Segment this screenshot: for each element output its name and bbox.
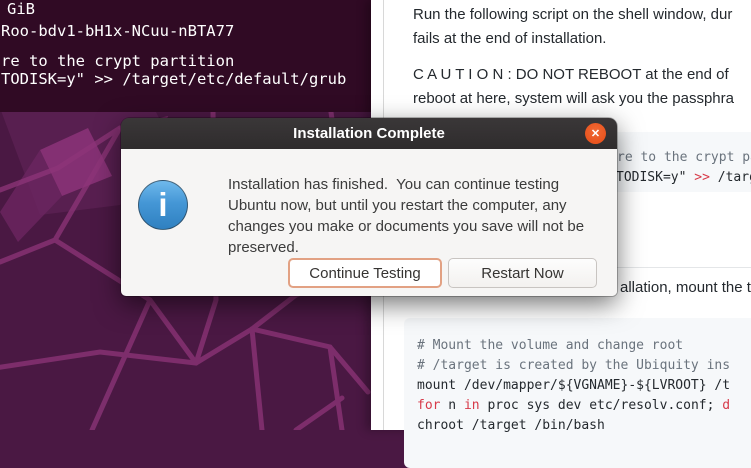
- dialog-title: Installation Complete: [121, 118, 617, 149]
- terminal-line: Roo-bdv1-bH1x-NCuu-nBTA77: [1, 23, 234, 40]
- code-fragment: TODISK=y": [616, 170, 694, 185]
- info-icon: i: [138, 180, 188, 230]
- doc-paragraph: allation, mount the ta: [620, 279, 751, 296]
- close-button[interactable]: ✕: [585, 123, 606, 144]
- dialog-message: changes you make or documents you save w…: [228, 218, 584, 235]
- dialog-message: preserved.: [228, 239, 299, 256]
- doc-caution-paragraph: reboot at here, system will ask you the …: [413, 90, 734, 107]
- continue-testing-button[interactable]: Continue Testing: [288, 258, 442, 288]
- code-line: TODISK=y" >> /targ: [616, 170, 751, 185]
- code-line: for n in proc sys dev etc/resolv.conf; d: [417, 398, 730, 413]
- doc-paragraph: Run the following script on the shell wi…: [413, 6, 732, 23]
- code-operator: >>: [694, 170, 710, 185]
- close-icon: ✕: [591, 127, 600, 140]
- code-line: # Mount the volume and change root: [417, 338, 683, 353]
- restart-now-button[interactable]: Restart Now: [448, 258, 597, 288]
- doc-paragraph: fails at the end of installation.: [413, 30, 606, 47]
- doc-caution-paragraph: C A U T I O N : DO NOT REBOOT at the end…: [413, 66, 729, 83]
- terminal-window[interactable]: GiB Roo-bdv1-bH1x-NCuu-nBTA77 re to the …: [0, 0, 371, 112]
- terminal-line: TODISK=y" >> /target/etc/default/grub: [1, 71, 346, 88]
- dialog-titlebar[interactable]: Installation Complete ✕: [121, 118, 617, 149]
- dialog-body: i Installation has finished. You can con…: [121, 149, 617, 296]
- terminal-line: GiB: [7, 1, 35, 18]
- info-icon-glyph: i: [158, 188, 167, 221]
- installation-complete-dialog: Installation Complete ✕ i Installation h…: [121, 118, 617, 296]
- code-keyword: d: [722, 398, 730, 413]
- code-line: re to the crypt pa: [617, 150, 751, 165]
- code-fragment: /targ: [710, 170, 751, 185]
- code-line: # /target is created by the Ubiquity ins: [417, 358, 730, 373]
- code-keyword: in: [464, 398, 480, 413]
- dialog-message: Installation has finished. You can conti…: [228, 176, 559, 193]
- code-fragment: proc sys dev etc/resolv.conf;: [480, 398, 723, 413]
- code-keyword: for: [417, 398, 440, 413]
- code-fragment: n: [440, 398, 463, 413]
- dialog-message: Ubuntu now, but until you restart the co…: [228, 197, 567, 214]
- code-line: chroot /target /bin/bash: [417, 418, 605, 433]
- terminal-line: re to the crypt partition: [1, 53, 234, 70]
- code-line: mount /dev/mapper/${VGNAME}-${LVROOT} /t: [417, 378, 730, 393]
